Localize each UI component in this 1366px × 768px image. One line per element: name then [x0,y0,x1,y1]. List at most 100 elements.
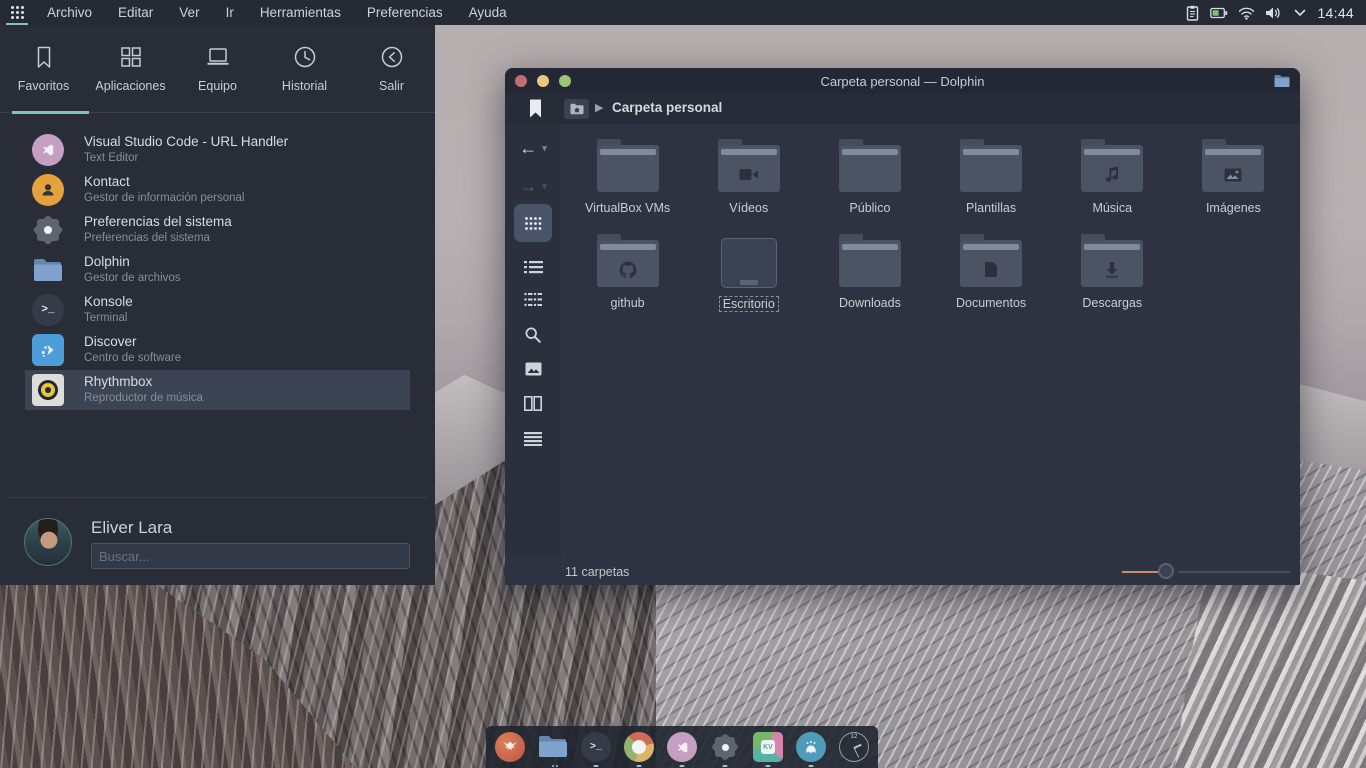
forward-button[interactable]: →▾ [505,176,561,197]
dock-item-firefox[interactable] [495,732,525,762]
preview-icon [525,362,542,376]
preview-button[interactable] [505,362,561,376]
folder-item-musica[interactable]: Música [1052,132,1173,227]
dock-item-clock[interactable]: 12 [839,732,869,762]
folder-item-documentos[interactable]: Documentos [930,227,1051,322]
tab-label: Aplicaciones [95,79,165,93]
folder-images-icon [1202,145,1264,192]
folder-label: Plantillas [966,201,1016,215]
folder-plain-icon [597,145,659,192]
app-launcher-icon[interactable] [0,0,34,25]
tab-historial[interactable]: Historial [261,25,348,112]
battery-icon[interactable] [1210,4,1228,22]
avatar[interactable] [24,518,72,566]
dock-item-chromium[interactable] [624,732,654,762]
breadcrumb-home-button[interactable] [564,99,589,119]
app-item-kontact[interactable]: Kontact Gestor de información personal [25,170,410,210]
folder-label: Vídeos [729,201,768,215]
dolphin-titlebar[interactable]: Carpeta personal — Dolphin [505,68,1300,94]
chevron-down-icon[interactable] [1291,4,1309,22]
wallpaper-snow-patches [1175,560,1366,768]
app-subtitle: Gestor de información personal [84,191,244,205]
menu-icon [524,432,542,446]
folder-label: VirtualBox VMs [585,201,670,215]
menu-ayuda[interactable]: Ayuda [456,0,520,25]
maximize-button[interactable] [559,75,571,87]
dolphin-window: Carpeta personal — Dolphin ▶ Carpeta per… [505,68,1300,585]
app-item-discover[interactable]: Discover Centro de software [25,330,410,370]
app-title: Kontact [84,174,244,191]
split-view-button[interactable] [505,396,561,411]
zoom-slider[interactable] [1122,558,1292,585]
dock-item-file-manager[interactable] [538,732,568,762]
folder-item-videos[interactable]: Vídeos [688,132,809,227]
app-item-konsole[interactable]: >_ Konsole Terminal [25,290,410,330]
icons-view-icon [524,216,543,231]
app-item-vscode[interactable]: Visual Studio Code - URL Handler Text Ed… [25,130,410,170]
zoom-slider-fill [1122,571,1160,573]
folder-item-plantillas[interactable]: Plantillas [930,132,1051,227]
app-item-rhythmbox[interactable]: Rhythmbox Reproductor de música [25,370,410,410]
folder-item-virtualbox-vms[interactable]: VirtualBox VMs [567,132,688,227]
window-controls [515,75,571,87]
forward-dropdown-icon: ▾ [542,181,547,192]
app-item-system-settings[interactable]: Preferencias del sistema Preferencias de… [25,210,410,250]
folder-item-publico[interactable]: Público [809,132,930,227]
folder-item-downloads[interactable]: Downloads [809,227,930,322]
folder-item-imagenes[interactable]: Imágenes [1173,132,1294,227]
app-title: Dolphin [84,254,181,271]
zoom-slider-handle[interactable] [1158,563,1174,579]
menu-ver[interactable]: Ver [166,0,212,25]
minimize-button[interactable] [537,75,549,87]
app-item-dolphin[interactable]: Dolphin Gestor de archivos [25,250,410,290]
back-button[interactable]: ←▾ [505,138,561,159]
tab-aplicaciones[interactable]: Aplicaciones [87,25,174,112]
details-view-button[interactable] [505,260,561,274]
menu-button[interactable] [505,432,561,446]
search-input[interactable] [91,543,410,569]
desktop-icon [721,238,777,288]
vscode-icon [667,732,697,762]
launcher-divider [8,497,427,498]
compact-view-button[interactable] [505,292,561,307]
folder-label: Público [849,201,890,215]
menu-editar[interactable]: Editar [105,0,166,25]
menu-preferencias[interactable]: Preferencias [354,0,456,25]
bookmark-icon [31,44,57,70]
icons-view-button[interactable] [514,204,552,242]
window-title: Carpeta personal — Dolphin [505,74,1300,89]
search-button[interactable] [505,326,561,344]
clipboard-icon[interactable] [1183,4,1201,22]
application-launcher-panel: Favoritos Aplicaciones Equipo Historial … [0,25,435,585]
volume-icon[interactable] [1264,4,1282,22]
wifi-icon[interactable] [1237,4,1255,22]
tab-equipo[interactable]: Equipo [174,25,261,112]
folder-label: Descargas [1082,296,1142,310]
folder-item-github[interactable]: github [567,227,688,322]
taskbar-clock[interactable]: 14:44 [1317,5,1354,21]
breadcrumb[interactable]: Carpeta personal [612,100,722,115]
tab-salir[interactable]: Salir [348,25,435,112]
menu-archivo[interactable]: Archivo [34,0,105,25]
app-subtitle: Preferencias del sistema [84,231,232,245]
leave-icon [379,44,405,70]
dock-item-gitkraken[interactable] [796,732,826,762]
dock-item-vscode[interactable] [667,732,697,762]
menu-ir[interactable]: Ir [213,0,247,25]
folder-item-escritorio[interactable]: Escritorio [688,227,809,322]
tab-favoritos[interactable]: Favoritos [0,25,87,112]
firefox-icon [495,732,525,762]
favorites-app-list: Visual Studio Code - URL Handler Text Ed… [25,130,410,410]
bookmark-icon[interactable] [529,99,542,123]
clock-widget-icon: 12 [839,732,869,762]
menu-herramientas[interactable]: Herramientas [247,0,354,25]
back-dropdown-icon[interactable]: ▾ [542,143,547,154]
app-title: Konsole [84,294,133,311]
dolphin-toolbar-vertical: ←▾ →▾ [505,124,561,558]
folder-item-descargas[interactable]: Descargas [1052,227,1173,322]
dock-item-system-settings[interactable] [710,732,740,762]
app-title: Visual Studio Code - URL Handler [84,134,288,151]
dock-item-konsole[interactable]: >_ [581,732,611,762]
dock-item-kvantum[interactable]: KV [753,732,783,762]
close-button[interactable] [515,75,527,87]
